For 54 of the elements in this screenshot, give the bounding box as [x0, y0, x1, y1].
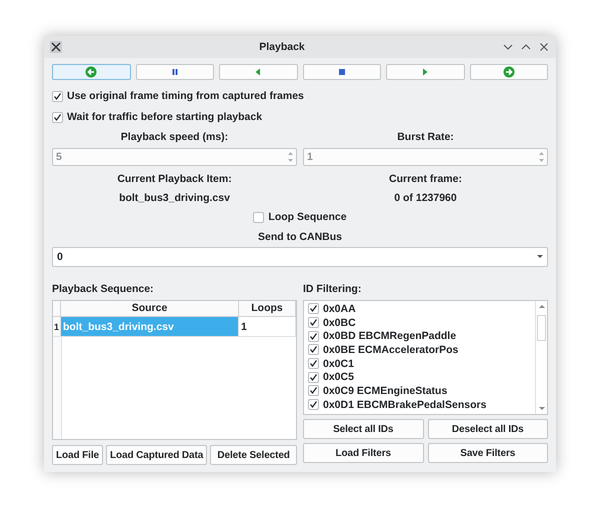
info-value: bolt_bus3_driving.csv: [118, 192, 231, 204]
checkbox-label: Use original frame timing from captured frames: [67, 90, 304, 102]
action-button[interactable]: Load File: [52, 445, 103, 465]
checkbox[interactable]: [308, 385, 319, 396]
back-arrow-icon: [85, 66, 98, 78]
info-label: Current frame:: [388, 173, 463, 185]
table-cell[interactable]: 1: [239, 317, 296, 337]
checkbox[interactable]: [52, 90, 63, 102]
action-button[interactable]: Select all IDs: [303, 419, 424, 439]
checkbox-label: 0x0BD EBCMRegenPaddle: [323, 330, 456, 342]
checkbox-label: 0x0D1 EBCMBrakePedalSensors: [323, 398, 486, 411]
close-icon[interactable]: [538, 41, 550, 53]
checkbox-label: 0x0BC: [323, 316, 356, 329]
checkbox-label: 0x0BE ECMAcceleratorPos: [323, 344, 458, 356]
forward-arrow-icon: [502, 66, 515, 78]
transport-button[interactable]: [52, 64, 130, 80]
checkbox[interactable]: [52, 112, 63, 122]
checkbox[interactable]: [308, 330, 319, 342]
action-button[interactable]: Delete Selected: [210, 445, 297, 465]
scroll-up-icon[interactable]: [538, 304, 544, 308]
app-icon: [50, 41, 62, 53]
info-value: 0 of 1237960: [393, 192, 458, 204]
checkbox-label: Wait for traffic before starting playback: [67, 111, 262, 123]
info-label: Current Playback Item:: [116, 173, 233, 185]
window-title: Playback: [258, 41, 306, 53]
checkbox[interactable]: [308, 317, 319, 328]
checkbox[interactable]: [253, 212, 264, 222]
scrollbar-thumb[interactable]: [537, 314, 546, 340]
scroll-down-icon[interactable]: [538, 407, 544, 411]
checkbox[interactable]: [308, 372, 319, 383]
caret-icon: [537, 255, 543, 259]
checkbox[interactable]: [308, 358, 319, 370]
action-button[interactable]: Load Filters: [303, 443, 424, 463]
section-label: Playback Sequence:: [52, 283, 155, 295]
bus-dropdown[interactable]: 0: [52, 247, 548, 267]
checkbox-label: Loop Sequence: [268, 211, 347, 223]
checkbox-label: 0x0AA: [323, 302, 356, 315]
action-button[interactable]: Save Filters: [428, 443, 548, 463]
checkbox-label: 0x0C1: [323, 358, 354, 370]
row-number: 1: [53, 317, 61, 337]
field-label: Burst Rate:: [396, 131, 455, 143]
section-label: ID Filtering:: [303, 283, 362, 295]
checkbox[interactable]: [308, 399, 319, 410]
transport-button[interactable]: [302, 64, 381, 80]
send-label: Send to CANBus: [257, 231, 343, 243]
field-label: Playback speed (ms):: [120, 131, 230, 143]
checkbox[interactable]: [308, 344, 319, 356]
checkbox[interactable]: [308, 303, 319, 314]
transport-button[interactable]: [470, 64, 548, 80]
action-button[interactable]: Deselect all IDs: [428, 419, 548, 439]
action-button[interactable]: Load Captured Data: [106, 445, 208, 465]
column-header[interactable]: Loops: [239, 301, 296, 317]
checkbox-label: 0x0C9 ECMEngineStatus: [323, 384, 448, 397]
checkbox-label: 0x0C5: [323, 371, 354, 384]
